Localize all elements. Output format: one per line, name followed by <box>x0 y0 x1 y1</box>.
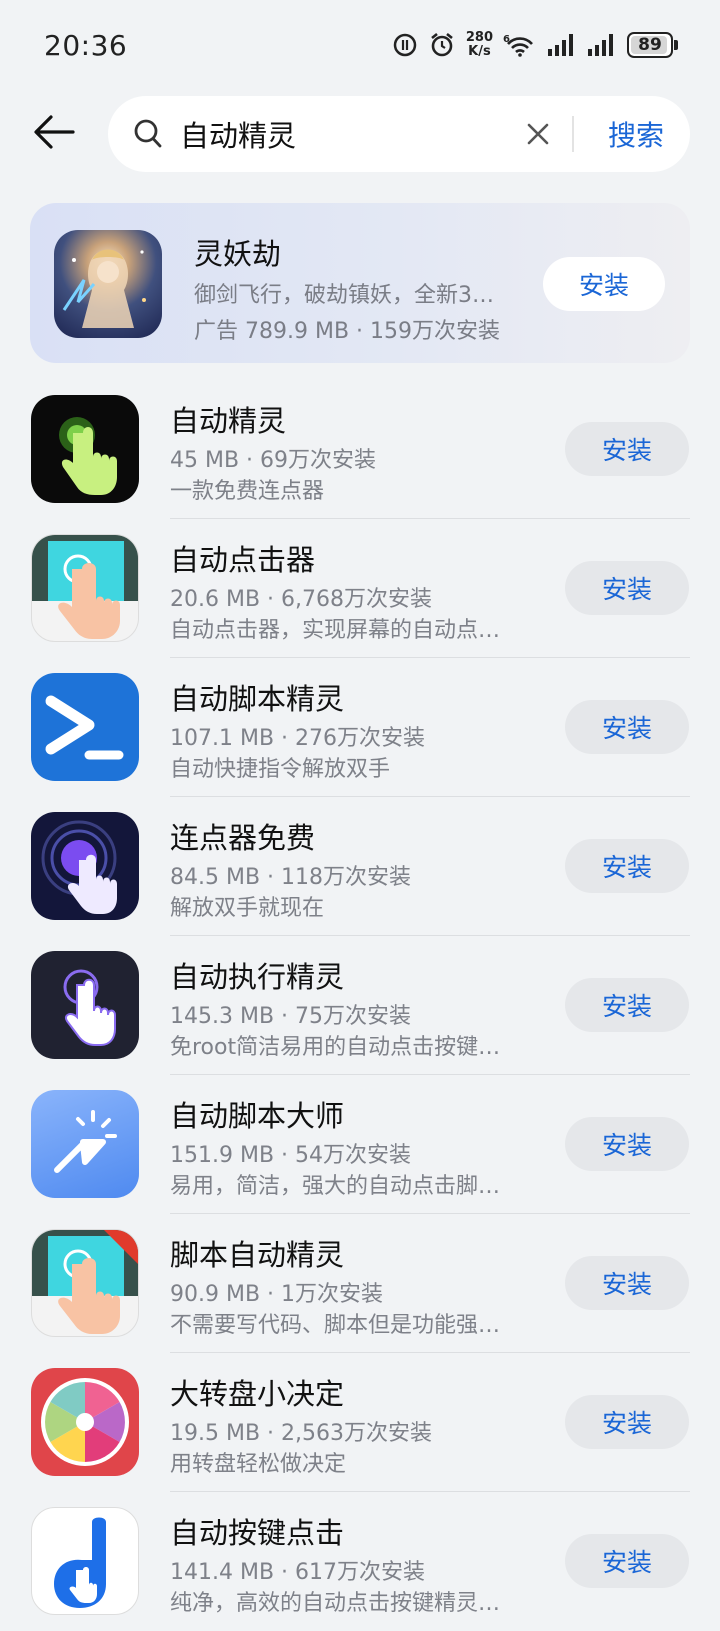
app-name: 连点器免费 <box>170 821 316 855</box>
tap-finger-icon <box>31 951 139 1059</box>
app-meta: 151.9 MB · 54万次安装 <box>170 1143 412 1168</box>
app-name: 自动脚本大师 <box>170 1099 345 1133</box>
auto-clicker-icon <box>31 534 139 642</box>
tap-ripple-icon <box>31 812 139 920</box>
back-button[interactable] <box>28 106 80 158</box>
app-description: 用转盘轻松做决定 <box>170 1452 347 1477</box>
install-button[interactable]: 安装 <box>565 561 689 615</box>
app-description: 免root简洁易用的自动点击按键… <box>170 1035 501 1060</box>
ad-meta: 广告 789.9 MB · 159万次安装 <box>194 319 501 344</box>
app-name: 大转盘小决定 <box>170 1377 345 1411</box>
app-description: 不需要写代码、脚本但是功能强… <box>170 1313 501 1338</box>
back-arrow-icon <box>34 115 75 149</box>
search-button[interactable]: 搜索 <box>582 96 690 172</box>
app-meta: 90.9 MB · 1万次安装 <box>170 1282 384 1307</box>
app-name: 自动点击器 <box>170 543 316 577</box>
list-item[interactable]: 大转盘小决定 19.5 MB · 2,563万次安装 用转盘轻松做决定 安装 <box>0 1353 720 1492</box>
app-name: 自动执行精灵 <box>170 960 345 994</box>
app-description: 易用，简洁，强大的自动点击脚… <box>170 1174 501 1199</box>
app-meta: 84.5 MB · 118万次安装 <box>170 865 412 890</box>
app-meta: 145.3 MB · 75万次安装 <box>170 1004 412 1029</box>
list-item[interactable]: 自动执行精灵 145.3 MB · 75万次安装 免root简洁易用的自动点击按… <box>0 936 720 1075</box>
list-item[interactable]: 自动点击器 20.6 MB · 6,768万次安装 自动点击器，实现屏幕的自动点… <box>0 519 720 658</box>
tap-hand-icon <box>31 395 139 503</box>
search-divider <box>572 116 574 152</box>
search-box: 搜索 <box>108 96 690 172</box>
app-meta: 20.6 MB · 6,768万次安装 <box>170 587 433 612</box>
app-meta: 141.4 MB · 617万次安装 <box>170 1560 426 1585</box>
ad-description: 御剑飞行，破劫镇妖，全新3… <box>194 283 494 308</box>
app-name: 自动精灵 <box>170 404 287 438</box>
app-description: 自动点击器，实现屏幕的自动点… <box>170 618 501 643</box>
alarm-icon <box>431 32 453 57</box>
app-description: 纯净，高效的自动点击按键精灵… <box>170 1591 501 1616</box>
app-name: 自动按键点击 <box>170 1516 345 1550</box>
install-button[interactable]: 安装 <box>565 700 689 754</box>
battery-icon: 89 <box>627 32 678 58</box>
ad-card[interactable]: 灵妖劫 御剑飞行，破劫镇妖，全新3… 广告 789.9 MB · 159万次安装… <box>30 203 690 363</box>
list-item[interactable]: 自动按键点击 141.4 MB · 617万次安装 纯净，高效的自动点击按键精灵… <box>0 1492 720 1631</box>
search-icon <box>134 119 162 148</box>
status-icons: 280 K/s 6 89 <box>392 31 678 59</box>
status-bar: 20:36 280 K/s 6 89 <box>0 0 720 90</box>
list-item[interactable]: 脚本自动精灵 90.9 MB · 1万次安装 不需要写代码、脚本但是功能强… 安… <box>0 1214 720 1353</box>
install-button[interactable]: 安装 <box>565 422 689 476</box>
wheel-icon <box>31 1368 139 1476</box>
list-item[interactable]: 自动精灵 45 MB · 69万次安装 一款免费连点器 安装 <box>0 380 720 519</box>
ad-title: 灵妖劫 <box>194 237 282 271</box>
install-button[interactable]: 安装 <box>565 1395 689 1449</box>
list-item[interactable]: 连点器免费 84.5 MB · 118万次安装 解放双手就现在 安装 <box>0 797 720 936</box>
net-speed: 280 K/s <box>466 31 493 59</box>
signal-1-icon <box>548 34 573 56</box>
install-button[interactable]: 安装 <box>565 1256 689 1310</box>
search-row: 搜索 <box>0 92 720 172</box>
terminal-icon <box>31 673 139 781</box>
list-item[interactable]: 自动脚本精灵 107.1 MB · 276万次安装 自动快捷指令解放双手 安装 <box>0 658 720 797</box>
wifi-6-icon: 6 <box>503 34 533 57</box>
data-saver-icon <box>393 33 417 57</box>
app-description: 自动快捷指令解放双手 <box>170 757 391 782</box>
app-meta: 107.1 MB · 276万次安装 <box>170 726 426 751</box>
search-input[interactable] <box>180 112 480 156</box>
app-meta: 19.5 MB · 2,563万次安装 <box>170 1421 433 1446</box>
app-list: 自动精灵 45 MB · 69万次安装 一款免费连点器 安装 自动点击器 20.… <box>0 380 720 1631</box>
install-button[interactable]: 安装 <box>565 839 689 893</box>
net-speed-value: 280 <box>465 30 493 45</box>
list-item[interactable]: 自动脚本大师 151.9 MB · 54万次安装 易用，简洁，强大的自动点击脚…… <box>0 1075 720 1214</box>
install-button[interactable]: 安装 <box>565 978 689 1032</box>
ad-app-icon <box>54 230 162 338</box>
app-description: 解放双手就现在 <box>170 896 325 921</box>
auto-clicker-pro-icon <box>31 1229 139 1337</box>
install-button[interactable]: 安装 <box>565 1117 689 1171</box>
app-meta: 45 MB · 69万次安装 <box>170 448 377 473</box>
cursor-click-icon <box>31 1090 139 1198</box>
app-name: 脚本自动精灵 <box>170 1238 345 1272</box>
app-name: 自动脚本精灵 <box>170 682 345 716</box>
app-description: 一款免费连点器 <box>170 479 325 504</box>
clear-icon[interactable] <box>524 120 552 148</box>
ad-install-button[interactable]: 安装 <box>543 257 665 311</box>
letter-d-hand-icon <box>31 1507 139 1615</box>
battery-level: 89 <box>638 35 662 55</box>
install-button[interactable]: 安装 <box>565 1534 689 1588</box>
net-speed-unit: K/s <box>468 44 491 59</box>
signal-2-icon <box>588 34 613 56</box>
status-time: 20:36 <box>44 28 128 62</box>
